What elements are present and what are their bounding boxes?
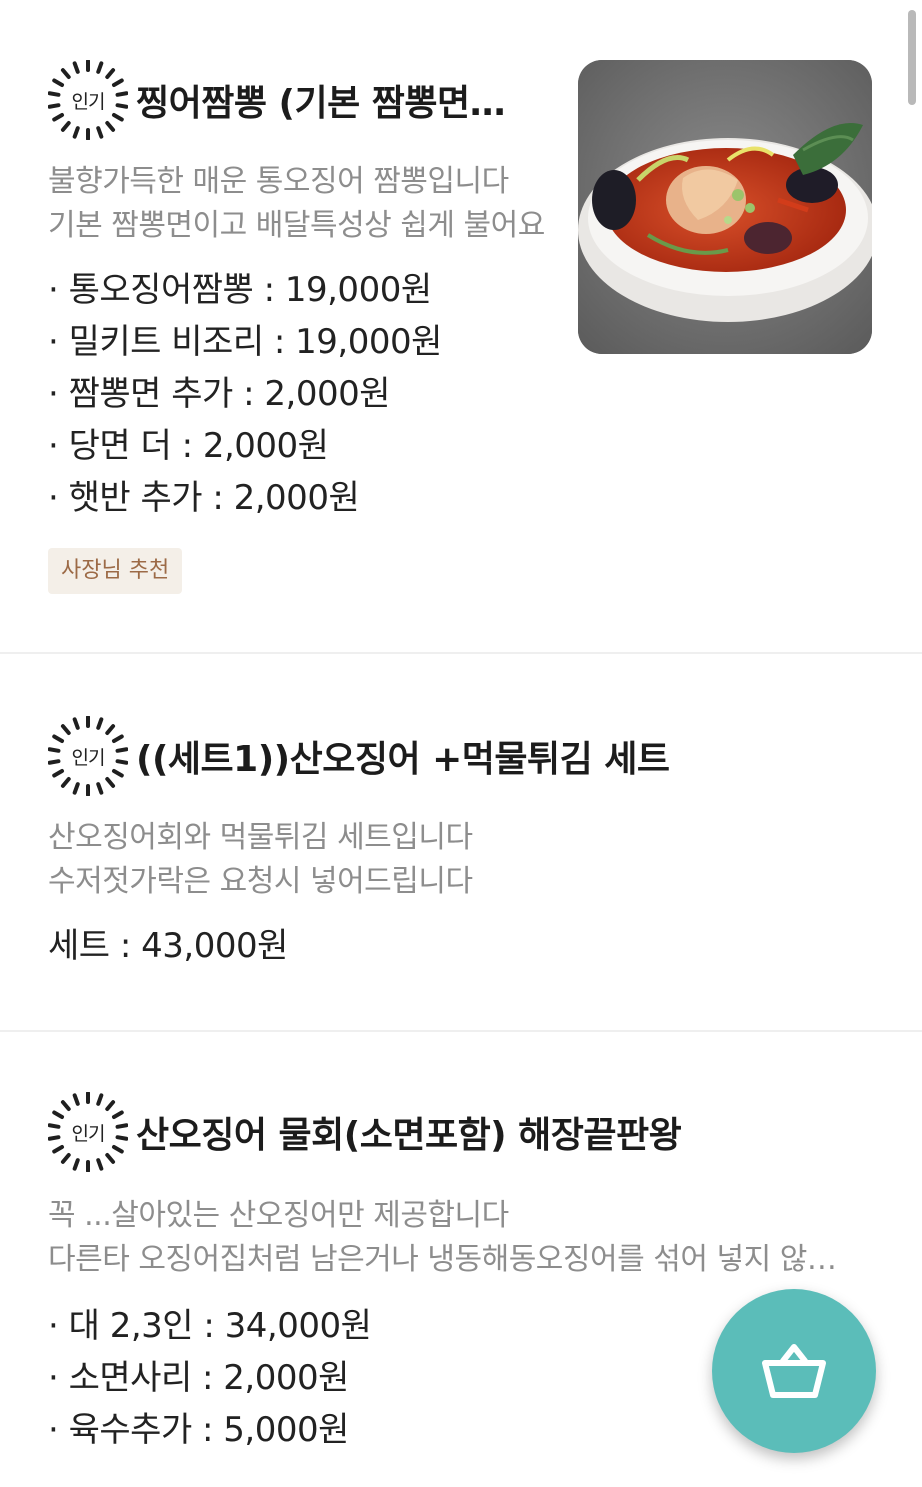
- price-line: · 짬뽕면 추가 : 2,000원: [48, 374, 391, 414]
- description-line: 다른타 오징어집처럼 남은거나 냉동해동오징어를 섞어 넣지 않습니다: [48, 1242, 860, 1277]
- description-line: 산오징어회와 먹물튀김 세트입니다: [48, 820, 473, 855]
- menu-item-title-row: 인기 산오징어 물회(소면포함) 해장끝판왕: [48, 1092, 868, 1172]
- description-line: 불향가득한 매운 통오징어 짬뽕입니다: [48, 164, 509, 199]
- price-line: 세트 : 43,000원: [48, 926, 288, 966]
- price-list: · 대 2,3인 : 34,000원 · 소면사리 : 2,000원 · 육수추…: [48, 1300, 372, 1456]
- price-line: · 밀키트 비조리 : 19,000원: [48, 322, 442, 362]
- menu-item-photo[interactable]: [578, 60, 872, 354]
- description-line: 수저젓가락은 요청시 넣어드립니다: [48, 864, 473, 899]
- menu-item-title[interactable]: 찡어짬뽕 (기본 짬뽕면이고 배달특성상): [136, 74, 536, 126]
- popular-badge-label: 인기: [71, 746, 106, 769]
- menu-item-description: 산오징어회와 먹물튀김 세트입니다 수저젓가락은 요청시 넣어드립니다: [48, 816, 868, 904]
- price-line: · 소면사리 : 2,000원: [48, 1358, 349, 1398]
- shopping-basket-icon: [762, 1344, 826, 1398]
- owner-recommend-tag: 사장님 추천: [48, 548, 183, 594]
- popular-badge-icon: 인기: [48, 60, 128, 140]
- popular-badge-icon: 인기: [48, 716, 128, 796]
- popular-badge-label: 인기: [71, 1122, 106, 1145]
- description-line: 꼭 ...살아있는 산오징어만 제공합니다: [48, 1198, 509, 1233]
- popular-badge-icon: 인기: [48, 1092, 128, 1172]
- menu-item-description: 꼭 ...살아있는 산오징어만 제공합니다 다른타 오징어집처럼 남은거나 냉동…: [48, 1194, 860, 1282]
- description-line: 기본 짬뽕면이고 배달특성상 쉽게 불어요: [48, 208, 545, 243]
- vertical-scrollbar[interactable]: [908, 10, 916, 105]
- popular-badge-label: 인기: [71, 90, 106, 113]
- price-line: · 대 2,3인 : 34,000원: [48, 1306, 372, 1346]
- squid-jjamppong-bowl-image: [578, 60, 872, 354]
- price-list: 세트 : 43,000원: [48, 920, 288, 972]
- menu-item-squid-set[interactable]: 인기 ((세트1))산오징어 +먹물튀김 세트 산오징어회와 먹물튀김 세트입니…: [0, 654, 922, 1030]
- price-line: · 육수추가 : 5,000원: [48, 1410, 349, 1450]
- price-line: · 통오징어짬뽕 : 19,000원: [48, 270, 432, 310]
- menu-item-jjamppong[interactable]: 인기 찡어짬뽕 (기본 짬뽕면이고 배달특성상) 불향가득한 매운 통오징어 짬…: [0, 0, 922, 652]
- menu-item-title[interactable]: 산오징어 물회(소면포함) 해장끝판왕: [136, 1106, 681, 1158]
- price-line: · 햇반 추가 : 2,000원: [48, 478, 360, 518]
- menu-item-title-row: 인기 찡어짬뽕 (기본 짬뽕면이고 배달특성상): [48, 60, 548, 140]
- menu-item-title[interactable]: ((세트1))산오징어 +먹물튀김 세트: [136, 730, 670, 782]
- menu-item-description: 불향가득한 매운 통오징어 짬뽕입니다 기본 짬뽕면이고 배달특성상 쉽게 불어…: [48, 160, 548, 248]
- price-line: · 당면 더 : 2,000원: [48, 426, 329, 466]
- menu-item-title-row: 인기 ((세트1))산오징어 +먹물튀김 세트: [48, 716, 868, 796]
- cart-button[interactable]: [712, 1289, 876, 1453]
- price-list: · 통오징어짬뽕 : 19,000원 · 밀키트 비조리 : 19,000원 ·…: [48, 264, 442, 524]
